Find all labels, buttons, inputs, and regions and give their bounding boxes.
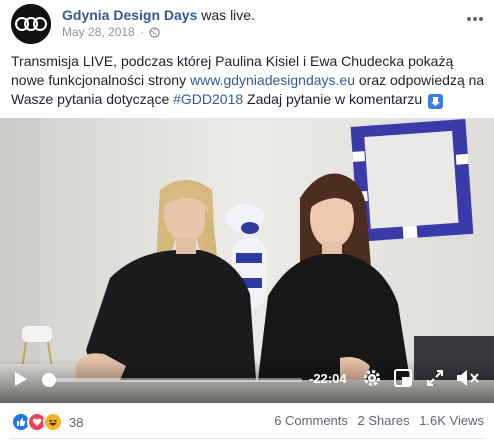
- post-text-part: Zadaj pytanie w komentarzu: [243, 91, 427, 107]
- website-link[interactable]: www.gdyniadesigndays.eu: [190, 72, 355, 88]
- progress-track[interactable]: [42, 373, 302, 387]
- pip-icon[interactable]: [394, 369, 412, 387]
- gdd-logo-icon: [11, 4, 51, 44]
- play-icon[interactable]: [14, 371, 28, 387]
- reaction-count: 38: [69, 414, 84, 430]
- more-options-button[interactable]: [466, 6, 484, 27]
- globe-icon[interactable]: [148, 26, 160, 38]
- live-status: was live.: [201, 7, 255, 23]
- fullscreen-icon[interactable]: [427, 370, 443, 386]
- post-meta: May 28, 2018 ·: [62, 25, 160, 39]
- shares-link[interactable]: 2 Shares: [358, 413, 410, 428]
- post-text: Transmisja LIVE, podczas której Paulina …: [11, 52, 487, 109]
- page-name-link[interactable]: Gdynia Design Days: [62, 7, 197, 23]
- live-video-player[interactable]: -22:04: [0, 118, 494, 403]
- reactions-summary[interactable]: 38: [11, 412, 83, 432]
- hashtag-link[interactable]: #GDD2018: [173, 91, 243, 107]
- gear-icon[interactable]: [362, 368, 382, 388]
- ellipsis-icon: [467, 17, 483, 21]
- comments-link[interactable]: 6 Comments: [274, 413, 348, 428]
- mute-icon[interactable]: [456, 369, 480, 387]
- footer-divider: [10, 438, 484, 439]
- down-arrow-emoji-icon: [428, 94, 444, 109]
- views-count[interactable]: 1.6K Views: [419, 413, 484, 428]
- post-stats: 6 Comments 2 Shares 1.6K Views: [268, 413, 484, 428]
- post-date[interactable]: May 28, 2018: [62, 25, 135, 39]
- page-avatar[interactable]: [11, 4, 51, 44]
- haha-icon: [43, 412, 63, 432]
- time-remaining: -22:04: [309, 371, 347, 386]
- facebook-post: Gdynia Design Days was live. May 28, 201…: [0, 0, 494, 443]
- post-header: Gdynia Design Days was live.: [62, 7, 255, 23]
